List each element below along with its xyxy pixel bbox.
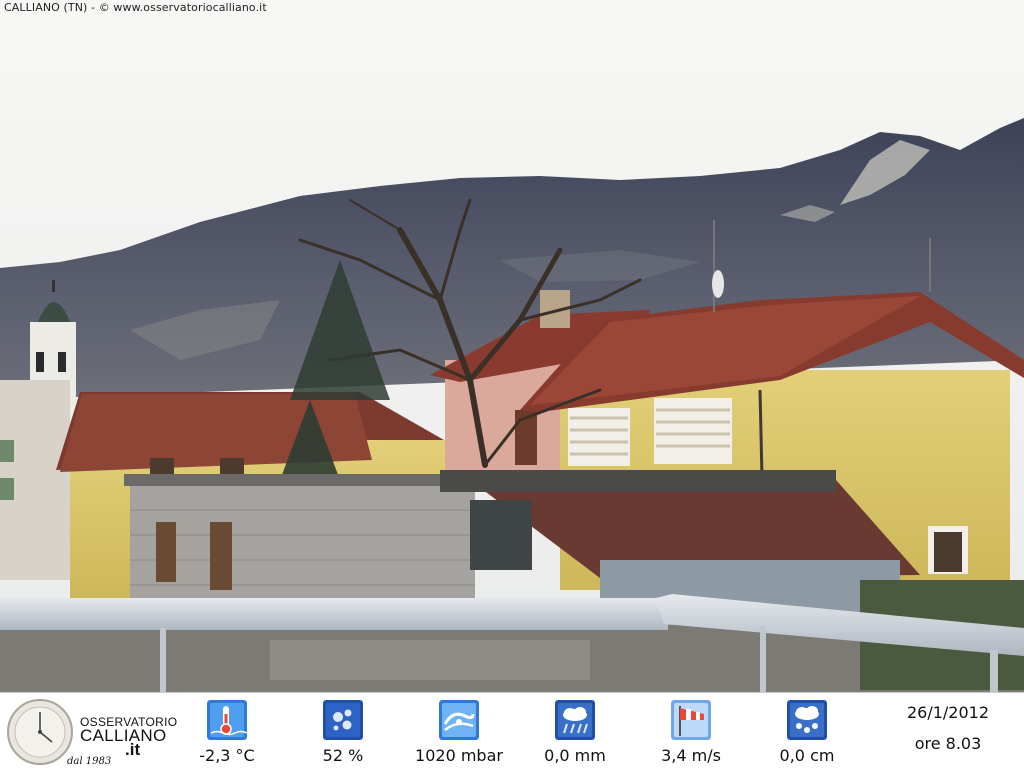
snow-stat: 0,0 cm: [752, 697, 862, 767]
webcam-image: [0, 0, 1024, 692]
logo-text-calliano: CALLIANO: [80, 726, 167, 745]
snow-value: 0,0 cm: [779, 746, 835, 765]
logo-text-since: dal 1983: [67, 756, 112, 767]
rain-cloud-icon: [555, 700, 595, 740]
thermometer-icon: [207, 700, 247, 740]
clock-icon: [7, 699, 73, 765]
wind-value: 3,4 m/s: [661, 746, 721, 765]
pressure-value: 1020 mbar: [415, 746, 503, 765]
snow-cloud-icon: [787, 700, 827, 740]
logo-text-it: .it: [125, 740, 141, 759]
temperature-value: -2,3 °C: [199, 746, 255, 765]
rain-stat: 0,0 mm: [520, 697, 630, 767]
pressure-stat: 1020 mbar: [404, 697, 514, 767]
humidity-stat: 52 %: [288, 697, 398, 767]
windsock-icon: [671, 700, 711, 740]
left-building: [0, 380, 70, 580]
humidity-value: 52 %: [322, 746, 364, 765]
observatory-logo: OSSERVATORIO CALLIANO .it dal 1983: [3, 695, 177, 767]
wind-stat: 3,4 m/s: [636, 697, 746, 767]
time-value: ore 8.03: [914, 734, 982, 753]
barometer-icon: [439, 700, 479, 740]
temperature-stat: -2,3 °C: [172, 697, 282, 767]
image-caption: CALLIANO (TN) - © www.osservatoriocallia…: [4, 1, 267, 14]
rain-value: 0,0 mm: [544, 746, 606, 765]
weather-panel: OSSERVATORIO CALLIANO .it dal 1983 -2,3 …: [0, 692, 1024, 768]
water-drops-icon: [323, 700, 363, 740]
date-value: 26/1/2012: [906, 703, 990, 722]
